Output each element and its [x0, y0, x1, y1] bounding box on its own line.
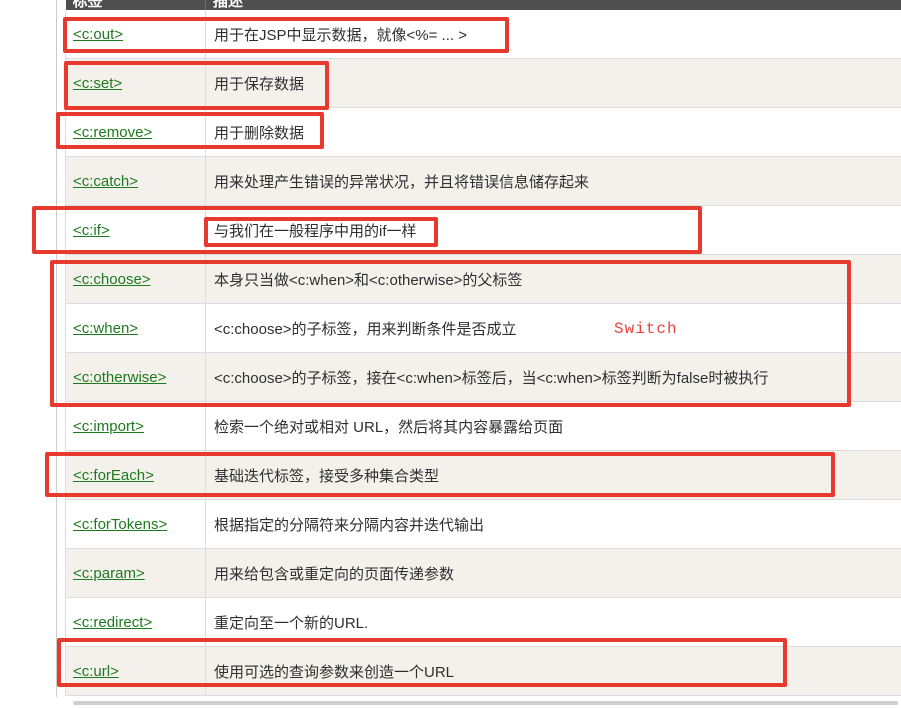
tag-description: 根据指定的分隔符来分隔内容并迭代输出 [206, 500, 901, 549]
table-row: <c:param> 用来给包含或重定向的页面传递参数 [66, 549, 901, 598]
annotation-box-foreach-row-box [45, 452, 835, 497]
table-row: <c:import> 检索一个绝对或相对 URL，然后将其内容暴露给页面 [66, 402, 901, 451]
header-desc-column: 描述 [206, 0, 901, 10]
header-tag-column: 标签 [66, 0, 206, 10]
annotation-box-set-row-box [64, 61, 329, 110]
tag-link[interactable]: <c:catch> [73, 173, 138, 190]
tag-cell: <c:forTokens> [66, 500, 206, 549]
header-desc-label: 描述 [213, 0, 243, 9]
annotation-box-out-row-box [63, 17, 509, 53]
tag-cell: <c:import> [66, 402, 206, 451]
tag-description: 用来给包含或重定向的页面传递参数 [206, 549, 901, 598]
tag-link[interactable]: <c:import> [73, 418, 144, 435]
annotation-box-url-row-box [57, 638, 787, 687]
header-tag-label: 标签 [73, 0, 103, 9]
tag-link[interactable]: <c:forTokens> [73, 516, 167, 533]
annotation-box-choose-group-box [50, 260, 851, 407]
tag-cell: <c:param> [66, 549, 206, 598]
annotation-box-remove-row-box [56, 112, 324, 149]
table-row: <c:forTokens> 根据指定的分隔符来分隔内容并迭代输出 [66, 500, 901, 549]
tag-description: 检索一个绝对或相对 URL，然后将其内容暴露给页面 [206, 402, 901, 451]
table-header-row: 标签 描述 [66, 0, 901, 10]
annotation-box-if-text-box [204, 217, 438, 247]
tag-link[interactable]: <c:param> [73, 565, 145, 582]
table-row: <c:catch> 用来处理产生错误的异常状况，并且将错误信息储存起来 [66, 157, 901, 206]
switch-annotation-label: Switch [614, 320, 678, 338]
bottom-divider-bar [73, 701, 898, 705]
tag-description: 用来处理产生错误的异常状况，并且将错误信息储存起来 [206, 157, 901, 206]
tag-cell: <c:catch> [66, 157, 206, 206]
tag-link[interactable]: <c:redirect> [73, 614, 152, 631]
